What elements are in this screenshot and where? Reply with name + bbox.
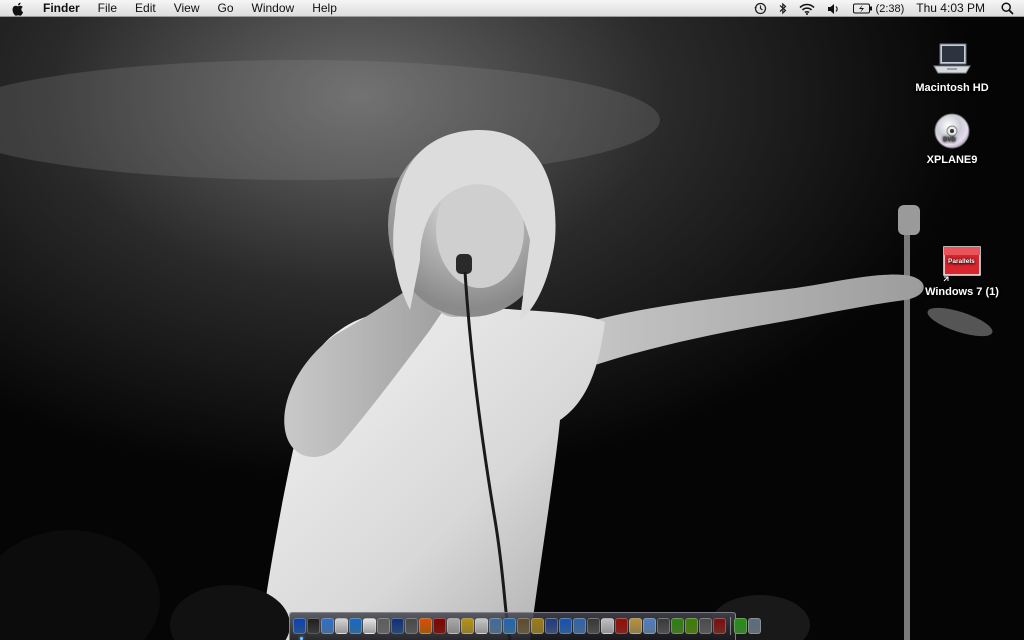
chess-icon[interactable] <box>629 618 642 634</box>
volume-icon <box>827 3 838 14</box>
parallels-badge-text: Parallels <box>948 258 975 265</box>
desktop-icon-xplane9[interactable]: DVD XPLANE9 <box>904 112 1000 166</box>
menu-finder[interactable]: Finder <box>36 0 89 17</box>
system-preferences-icon[interactable] <box>377 618 390 634</box>
red-app-icon[interactable] <box>615 618 628 634</box>
dvd-player-icon[interactable] <box>405 618 418 634</box>
mail-icon[interactable] <box>349 618 362 634</box>
battery-menu[interactable]: (2:38) <box>847 0 911 17</box>
laptop-drive-icon <box>933 43 971 74</box>
utility-icon[interactable] <box>657 618 670 634</box>
menu-help[interactable]: Help <box>303 0 346 17</box>
textedit-icon[interactable] <box>363 618 376 634</box>
itunes-icon[interactable] <box>503 618 516 634</box>
desktop-icon-macintosh-hd[interactable]: Macintosh HD <box>904 40 1000 94</box>
time-machine-icon <box>754 2 766 15</box>
battery-time-remaining: (2:38) <box>875 2 905 15</box>
utorrent-icon[interactable] <box>671 618 684 634</box>
calendar-icon[interactable] <box>475 618 488 634</box>
dashboard-icon[interactable] <box>307 618 320 634</box>
trash-app-icon[interactable] <box>699 618 712 634</box>
airplane-icon[interactable] <box>559 618 572 634</box>
spotlight-icon <box>1001 2 1014 15</box>
svg-text:DVD: DVD <box>943 137 956 143</box>
dock-items <box>293 616 762 636</box>
desktop-screen: Finder File Edit View Go Window Help (2:… <box>0 0 1024 640</box>
desktop-wallpaper-photo <box>0 0 1024 640</box>
iphoto-icon[interactable] <box>489 618 502 634</box>
parallels-vm-icon: Parallels <box>943 246 981 282</box>
trash-icon[interactable] <box>748 618 761 634</box>
mobile-icon[interactable] <box>601 618 614 634</box>
folder-icon[interactable] <box>573 618 586 634</box>
desktop-icon-label: Windows 7 (1) <box>925 286 999 298</box>
gaming-icon[interactable] <box>531 618 544 634</box>
menu-edit[interactable]: Edit <box>126 0 165 17</box>
desktop-icon-windows-7[interactable]: Parallels Windows 7 (1) <box>914 246 1010 298</box>
spotlight-menu[interactable] <box>995 0 1024 17</box>
volume-menu[interactable] <box>821 0 847 17</box>
dock <box>289 612 761 640</box>
vlc-icon[interactable] <box>419 618 432 634</box>
menu-window[interactable]: Window <box>243 0 304 17</box>
desktop-icon-label: Macintosh HD <box>915 82 989 94</box>
speech-icon[interactable] <box>643 618 656 634</box>
xcode-icon[interactable] <box>545 618 558 634</box>
menu-bar-left: Finder File Edit View Go Window Help <box>0 0 346 17</box>
microphone-icon[interactable] <box>587 618 600 634</box>
time-machine-menu[interactable] <box>748 0 773 17</box>
automator-icon[interactable] <box>517 618 530 634</box>
wifi-icon <box>798 3 815 15</box>
menu-bar: Finder File Edit View Go Window Help (2:… <box>0 0 1024 17</box>
ichat-icon[interactable] <box>335 618 348 634</box>
downloads-stack-icon[interactable] <box>734 618 747 634</box>
menu-go[interactable]: Go <box>209 0 243 17</box>
menu-file[interactable]: File <box>89 0 126 17</box>
apple-logo-icon <box>12 2 23 16</box>
safari-icon[interactable] <box>321 618 334 634</box>
spotify-icon[interactable] <box>685 618 698 634</box>
desktop-icon-label: XPLANE9 <box>926 154 978 166</box>
network-icon[interactable] <box>391 618 404 634</box>
battery-icon <box>852 3 872 14</box>
game-icon[interactable] <box>447 618 460 634</box>
x-app-icon[interactable] <box>713 618 726 634</box>
menu-bar-extras: (2:38) Thu 4:03 PM <box>748 0 1024 17</box>
bluetooth-menu[interactable] <box>773 0 793 17</box>
finder-icon[interactable] <box>293 618 306 634</box>
star-app-icon[interactable] <box>461 618 474 634</box>
dock-separator <box>730 617 731 635</box>
wifi-menu[interactable] <box>793 0 821 17</box>
menu-view[interactable]: View <box>165 0 209 17</box>
menu-bar-clock[interactable]: Thu 4:03 PM <box>910 0 995 17</box>
bluetooth-icon <box>779 2 786 15</box>
apple-menu[interactable] <box>0 0 36 17</box>
photo-booth-icon[interactable] <box>433 618 446 634</box>
dvd-disc-icon: DVD <box>934 113 970 149</box>
